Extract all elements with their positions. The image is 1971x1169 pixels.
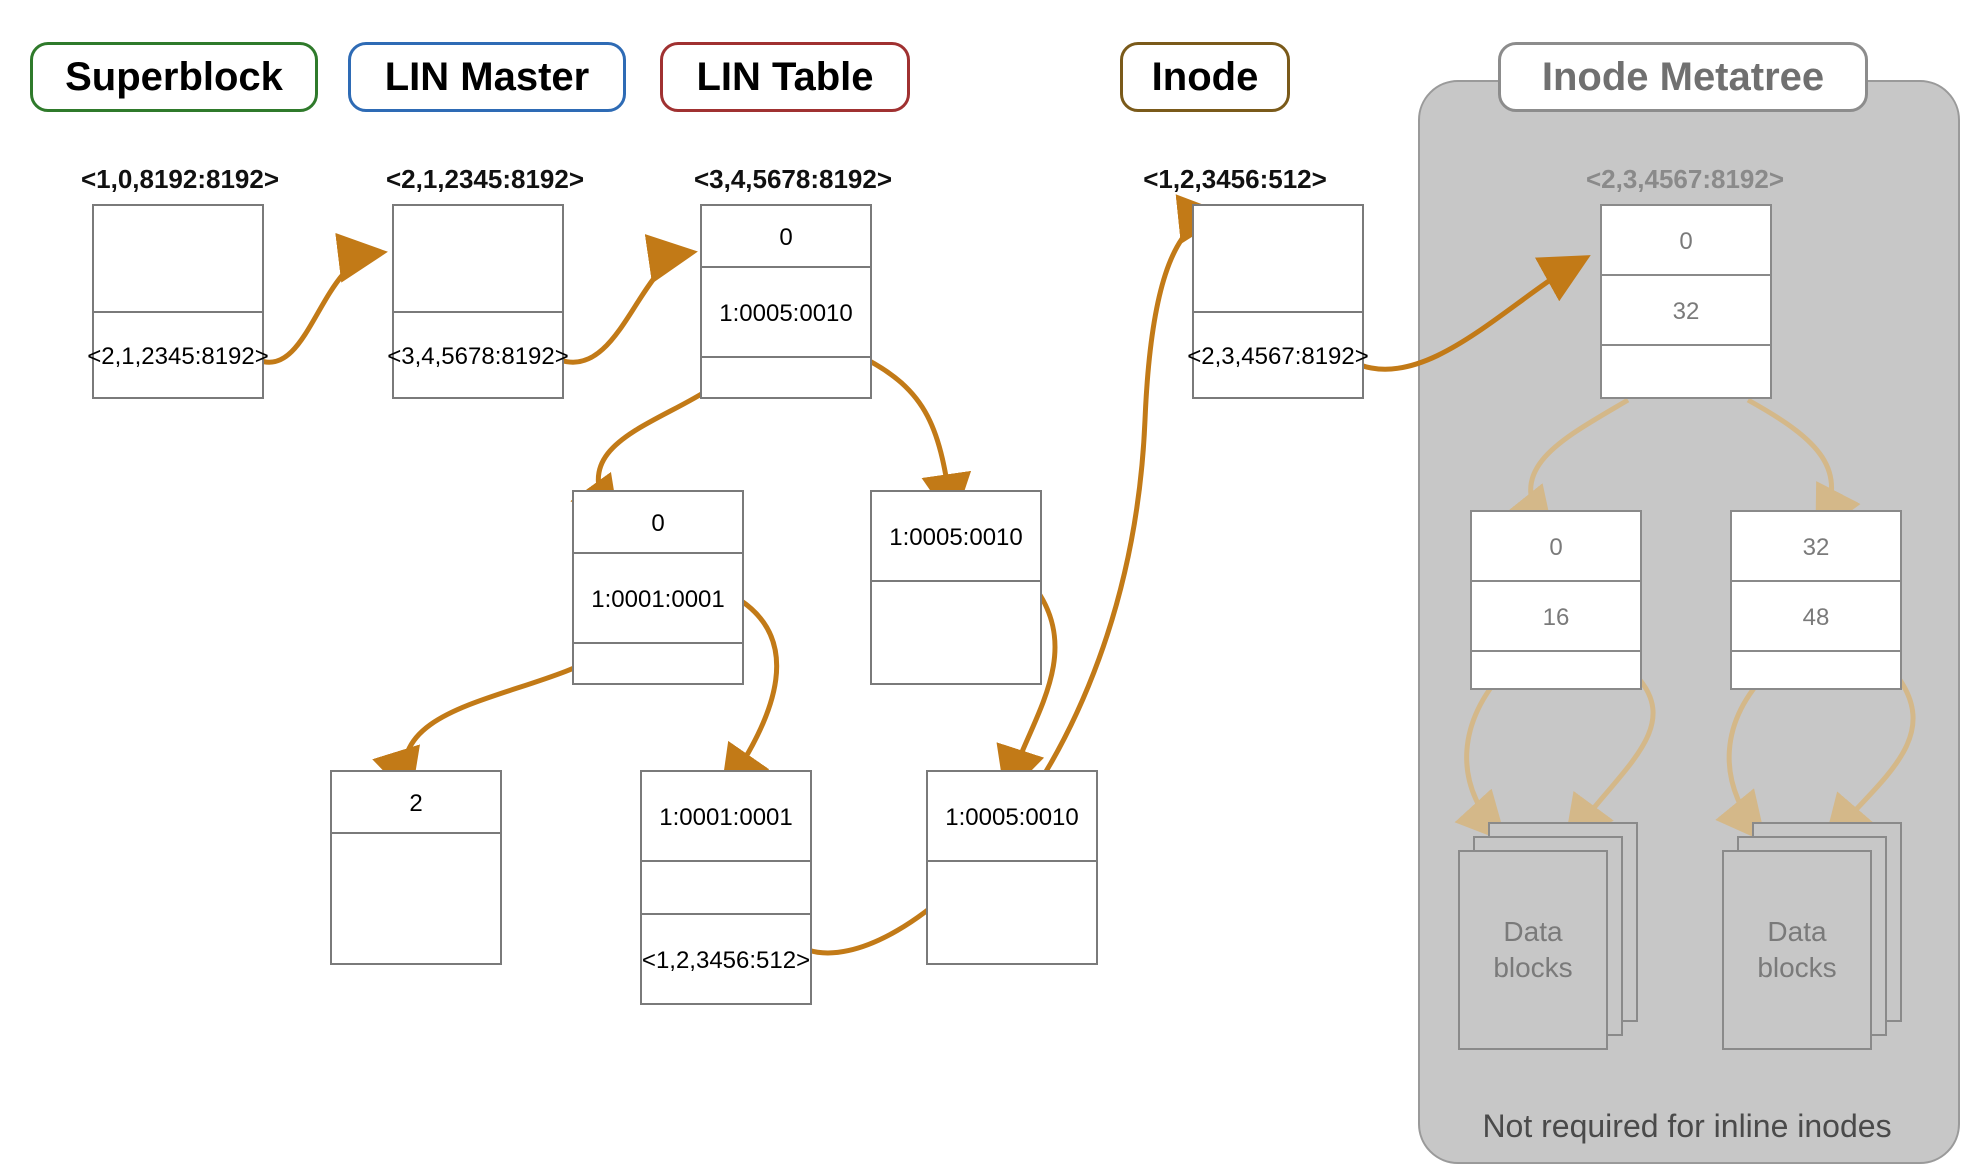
addr-inode: <1,2,3456:512> bbox=[1130, 164, 1340, 195]
data-blocks-left: Data blocks bbox=[1458, 822, 1648, 1062]
addr-metatree: <2,3,4567:8192> bbox=[1580, 164, 1790, 195]
metatree-top-b: 32 bbox=[1602, 276, 1770, 346]
header-linmaster: LIN Master bbox=[348, 42, 626, 112]
metatree-mid-right-b: 48 bbox=[1732, 582, 1900, 652]
metatree-mid-right-a: 32 bbox=[1732, 512, 1900, 582]
metatree-mid-left-b: 16 bbox=[1472, 582, 1640, 652]
node-linmaster: <3,4,5678:8192> bbox=[392, 204, 564, 399]
node-lintable-leaf-3: 1:0005:0010 bbox=[926, 770, 1098, 965]
lintable-leaf2-ref: <1,2,3456:512> bbox=[642, 915, 810, 1003]
addr-linmaster: <2,1,2345:8192> bbox=[380, 164, 590, 195]
header-superblock: Superblock bbox=[30, 42, 318, 112]
linmaster-ref-cell: <3,4,5678:8192> bbox=[394, 313, 562, 397]
inode-ref-cell: <2,3,4567:8192> bbox=[1194, 313, 1362, 397]
node-lintable-leaf-2: 1:0001:0001 <1,2,3456:512> bbox=[640, 770, 812, 1005]
lintable-mid-left-b: 1:0001:0001 bbox=[574, 554, 742, 644]
data-blocks-right: Data blocks bbox=[1722, 822, 1912, 1062]
node-inode: <2,3,4567:8192> bbox=[1192, 204, 1364, 399]
lintable-top-b: 1:0005:0010 bbox=[702, 268, 870, 358]
metatree-mid-left-a: 0 bbox=[1472, 512, 1640, 582]
header-metatree: Inode Metatree bbox=[1498, 42, 1868, 112]
lintable-leaf1-a: 2 bbox=[332, 772, 500, 834]
node-lintable-mid-right: 1:0005:0010 bbox=[870, 490, 1042, 685]
node-superblock: <2,1,2345:8192> bbox=[92, 204, 264, 399]
lintable-top-a: 0 bbox=[702, 206, 870, 268]
lintable-leaf3-a: 1:0005:0010 bbox=[928, 772, 1096, 862]
addr-lintable: <3,4,5678:8192> bbox=[688, 164, 898, 195]
node-lintable-mid-left: 0 1:0001:0001 bbox=[572, 490, 744, 685]
addr-superblock: <1,0,8192:8192> bbox=[75, 164, 285, 195]
node-lintable-top: 0 1:0005:0010 bbox=[700, 204, 872, 399]
superblock-ref-cell: <2,1,2345:8192> bbox=[94, 313, 262, 397]
lintable-mid-left-a: 0 bbox=[574, 492, 742, 554]
lintable-leaf2-a: 1:0001:0001 bbox=[642, 772, 810, 862]
metatree-footer-label: Not required for inline inodes bbox=[1418, 1108, 1956, 1145]
node-metatree-mid-left: 0 16 bbox=[1470, 510, 1642, 690]
diagram-stage: Superblock LIN Master LIN Table Inode In… bbox=[0, 0, 1971, 1169]
node-metatree-top: 0 32 bbox=[1600, 204, 1772, 399]
node-metatree-mid-right: 32 48 bbox=[1730, 510, 1902, 690]
metatree-top-a: 0 bbox=[1602, 206, 1770, 276]
header-lintable: LIN Table bbox=[660, 42, 910, 112]
header-inode: Inode bbox=[1120, 42, 1290, 112]
lintable-mid-right-a: 1:0005:0010 bbox=[872, 492, 1040, 582]
node-lintable-leaf-1: 2 bbox=[330, 770, 502, 965]
